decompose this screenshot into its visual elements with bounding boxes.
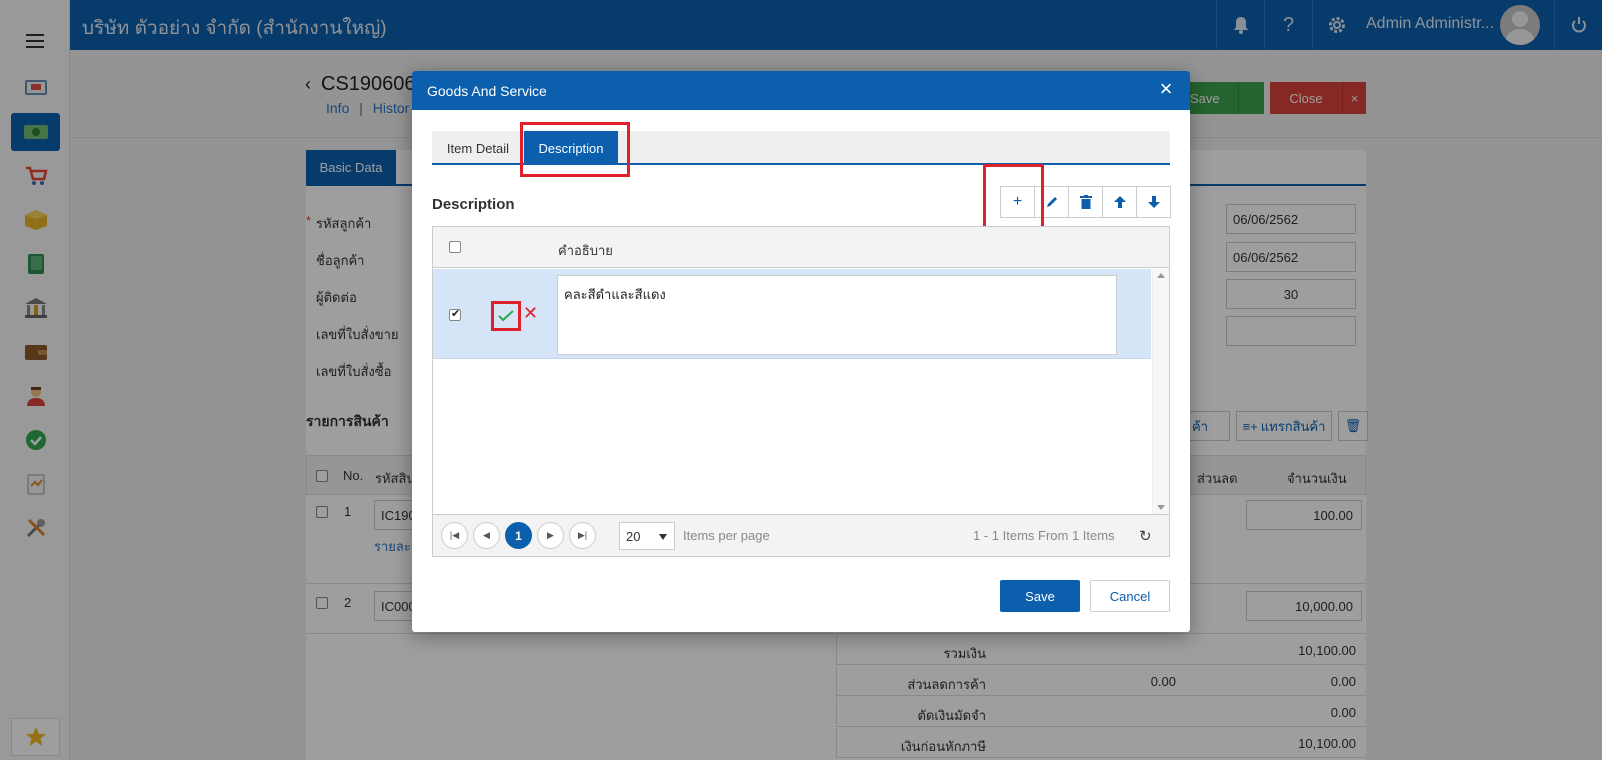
section-title: Description	[432, 196, 515, 213]
pager-summary: 1 - 1 Items From 1 Items	[973, 528, 1115, 543]
cancel-edit-icon[interactable]: ✕	[523, 303, 538, 324]
description-grid: คำอธิบาย ✕ คละสีดำและสีแดง |◀ ◀ 1 ▶ ▶| 2…	[432, 226, 1170, 557]
page-number[interactable]: 1	[505, 522, 532, 549]
goods-service-modal: Goods And Service × Item Detail Descript…	[412, 71, 1190, 632]
last-page-icon[interactable]: ▶|	[569, 522, 596, 549]
table-row[interactable]: ✕ คละสีดำและสีแดง	[433, 269, 1151, 359]
row-checkbox[interactable]	[449, 307, 461, 321]
refresh-icon[interactable]: ↻	[1139, 527, 1152, 545]
page-size-select[interactable]: 20	[619, 522, 675, 550]
first-page-icon[interactable]: |◀	[441, 522, 468, 549]
description-input[interactable]: คละสีดำและสีแดง	[557, 275, 1117, 355]
confirm-icon[interactable]	[491, 301, 521, 331]
next-page-icon[interactable]: ▶	[537, 522, 564, 549]
grid-header: คำอธิบาย	[433, 227, 1169, 268]
close-icon[interactable]: ×	[1156, 78, 1176, 100]
pager: |◀ ◀ 1 ▶ ▶| 20 Items per page 1 - 1 Item…	[433, 514, 1169, 556]
save-button[interactable]: Save	[1000, 580, 1080, 612]
move-down-icon[interactable]	[1136, 186, 1171, 218]
move-up-icon[interactable]	[1102, 186, 1137, 218]
modal-title: Goods And Service	[427, 82, 547, 99]
scrollbar[interactable]	[1152, 269, 1169, 514]
delete-icon[interactable]	[1068, 186, 1103, 218]
scroll-up-icon[interactable]	[1157, 273, 1165, 278]
chevron-down-icon	[659, 534, 667, 540]
scroll-down-icon[interactable]	[1157, 505, 1165, 510]
items-per-page-label: Items per page	[683, 528, 770, 543]
select-all-checkbox[interactable]	[449, 241, 461, 253]
highlight-box	[983, 164, 1044, 235]
tab-item-detail[interactable]: Item Detail	[432, 131, 524, 165]
modal-header: Goods And Service ×	[412, 71, 1190, 110]
highlight-box	[520, 122, 630, 177]
prev-page-icon[interactable]: ◀	[473, 522, 500, 549]
col-description: คำอธิบาย	[558, 243, 613, 258]
cancel-button[interactable]: Cancel	[1090, 580, 1170, 612]
